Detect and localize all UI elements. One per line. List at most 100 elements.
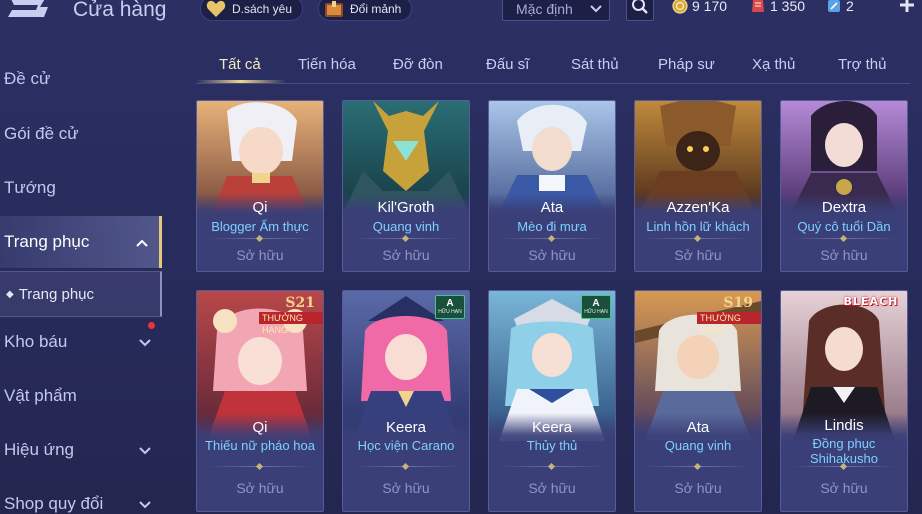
tab-support[interactable]: Trợ thủ — [838, 56, 886, 73]
hero-name: Ata — [686, 419, 710, 436]
skin-card[interactable]: S19 THƯỞNG HẠNG Ata Quang vinh Sở hữu — [634, 290, 762, 512]
red-voucher-icon — [750, 0, 766, 14]
owned-status: Sở hữu — [674, 247, 722, 263]
gold-currency: 9 170 — [672, 0, 727, 14]
limited-badge: A HỮU HẠN — [581, 295, 611, 319]
owned-status: Sở hữu — [820, 480, 868, 496]
shard-chest-icon — [323, 0, 345, 19]
season-badge-text: S21 — [285, 295, 315, 311]
tab-marksman[interactable]: Xạ thủ — [752, 56, 795, 73]
ticket-currency: 2 — [826, 0, 854, 14]
active-tab-indicator — [196, 80, 286, 83]
skin-name: Quang vinh — [664, 438, 732, 453]
rarity-letter: A — [592, 297, 600, 309]
rank-reward-label: THƯỞNG HẠNG — [697, 312, 761, 335]
hero-name: Keera — [385, 419, 427, 436]
limited-label: HỮU HẠN — [438, 308, 462, 315]
skin-name: Thiếu nữ pháo hoa — [205, 438, 315, 453]
sidebar-item-label: Tướng — [4, 178, 56, 197]
heart-icon — [205, 0, 227, 19]
tab-fighter[interactable]: Đấu sĩ — [486, 56, 529, 73]
hero-name: Dextra — [821, 199, 867, 216]
chevron-down-icon — [138, 443, 152, 457]
ticket-value: 2 — [846, 0, 854, 14]
search-button[interactable] — [626, 0, 654, 21]
exchange-shards-button[interactable]: Đổi mảnh — [318, 0, 413, 21]
top-bar: Cửa hàng D.sách yêu Đổi mảnh Mặc định 9 … — [0, 0, 922, 24]
page-title: Cửa hàng — [73, 0, 167, 21]
skin-card[interactable]: Ata Mèo đi mưa Sở hữu — [488, 100, 616, 272]
bleach-collab-logo: BLEACH — [843, 295, 899, 308]
hero-name: Qi — [252, 199, 268, 216]
rank-reward-badge: S19 THƯỞNG HẠNG — [697, 295, 761, 335]
sidebar-item-effects[interactable]: Hiệu ứng — [0, 424, 162, 476]
rarity-letter: A — [446, 297, 454, 309]
sidebar-item-heroes[interactable]: Tướng — [0, 162, 162, 214]
plus-icon — [898, 0, 916, 19]
sidebar-item-label: Đề cử — [4, 69, 51, 88]
sidebar-item-label: Gói đề cử — [4, 124, 79, 143]
sidebar-subitem-label: Trang phục — [18, 285, 95, 303]
sidebar-item-label: Vật phẩm — [4, 386, 77, 405]
hero-name: Azzen'Ka — [666, 199, 730, 216]
skin-name: Thủy thủ — [526, 438, 578, 453]
skin-card[interactable]: Kil'Groth Quang vinh Sở hữu — [342, 100, 470, 272]
category-tabs: Tất cả Tiến hóa Đỡ đòn Đấu sĩ Sát thủ Ph… — [196, 48, 910, 84]
skin-card[interactable]: A HỮU HẠN Keera Học viện Carano Sở hữu — [342, 290, 470, 512]
rank-reward-badge: S21 THƯỞNG HẠNG — [259, 295, 323, 335]
owned-status: Sở hữu — [528, 480, 576, 496]
sidebar: Đề cử Gói đề cử Tướng Trang phục ◆ Trang… — [0, 53, 162, 514]
sidebar-item-skins[interactable]: Trang phục — [0, 216, 162, 268]
skin-name: Linh hồn lữ khách — [646, 219, 750, 234]
owned-status: Sở hữu — [820, 247, 868, 263]
wishlist-label: D.sách yêu — [232, 1, 293, 16]
skin-name: Quý cô tuổi Dần — [797, 219, 891, 234]
sidebar-item-bundles[interactable]: Gói đề cử — [0, 108, 162, 160]
skin-card[interactable]: Qi Blogger Ẩm thực Sở hữu — [196, 100, 324, 272]
owned-status: Sở hữu — [382, 247, 430, 263]
hero-name: Ata — [540, 199, 564, 216]
skin-name: Blogger Ẩm thực — [211, 219, 309, 234]
skin-card[interactable]: S21 THƯỞNG HẠNG Qi Thiếu nữ pháo hoa Sở … — [196, 290, 324, 512]
limited-label: HỮU HẠN — [584, 308, 608, 315]
sidebar-item-treasure[interactable]: Kho báu — [0, 316, 162, 368]
notification-dot — [148, 322, 155, 329]
sidebar-item-recommended[interactable]: Đề cử — [0, 53, 162, 105]
sidebar-item-items[interactable]: Vật phẩm — [0, 370, 162, 422]
season-badge-text: S19 — [723, 295, 753, 311]
rank-reward-label: THƯỞNG HẠNG — [259, 312, 323, 335]
sidebar-item-label: Shop quy đổi — [4, 494, 104, 513]
search-icon — [631, 0, 649, 20]
skin-name: Đồng phục Shihakusho — [810, 436, 878, 466]
sidebar-item-label: Hiệu ứng — [4, 440, 74, 459]
tab-all[interactable]: Tất cả — [219, 56, 261, 73]
tab-mage[interactable]: Pháp sư — [658, 56, 715, 73]
tab-tank[interactable]: Đỡ đòn — [393, 56, 443, 73]
back-logo-icon[interactable] — [4, 0, 52, 20]
sidebar-subitem-skins[interactable]: ◆ Trang phục — [0, 271, 162, 317]
skin-card[interactable]: A HỮU HẠN Keera Thủy thủ Sở hữu — [488, 290, 616, 512]
chevron-down-icon — [138, 335, 152, 349]
voucher-value: 1 350 — [770, 0, 806, 14]
add-currency-button[interactable] — [896, 0, 918, 18]
owned-status: Sở hữu — [674, 480, 722, 496]
tab-assassin[interactable]: Sát thủ — [571, 56, 619, 73]
wishlist-button[interactable]: D.sách yêu — [200, 0, 304, 21]
chevron-down-icon — [589, 2, 603, 16]
sidebar-item-label: Kho báu — [4, 332, 68, 351]
chevron-up-icon — [135, 235, 149, 249]
sort-dropdown[interactable]: Mặc định — [502, 0, 610, 21]
skin-name: Mèo đi mưa — [517, 219, 587, 234]
gold-coin-icon — [672, 0, 688, 14]
owned-status: Sở hữu — [236, 480, 284, 496]
sort-value: Mặc định — [516, 0, 573, 17]
skin-card[interactable]: Azzen'Ka Linh hồn lữ khách Sở hữu — [634, 100, 762, 272]
sidebar-item-exchange-shop[interactable]: Shop quy đổi — [0, 478, 162, 514]
sidebar-item-label: Trang phục — [4, 232, 90, 251]
diamond-bullet-icon: ◆ — [6, 288, 14, 300]
exchange-label: Đổi mảnh — [350, 1, 402, 16]
chevron-down-icon — [138, 497, 152, 511]
skin-card[interactable]: Dextra Quý cô tuổi Dần Sở hữu — [780, 100, 908, 272]
skin-card[interactable]: BLEACH Lindis Đồng phục Shihakusho Sở hữ… — [780, 290, 908, 512]
tab-evolution[interactable]: Tiến hóa — [298, 56, 356, 73]
